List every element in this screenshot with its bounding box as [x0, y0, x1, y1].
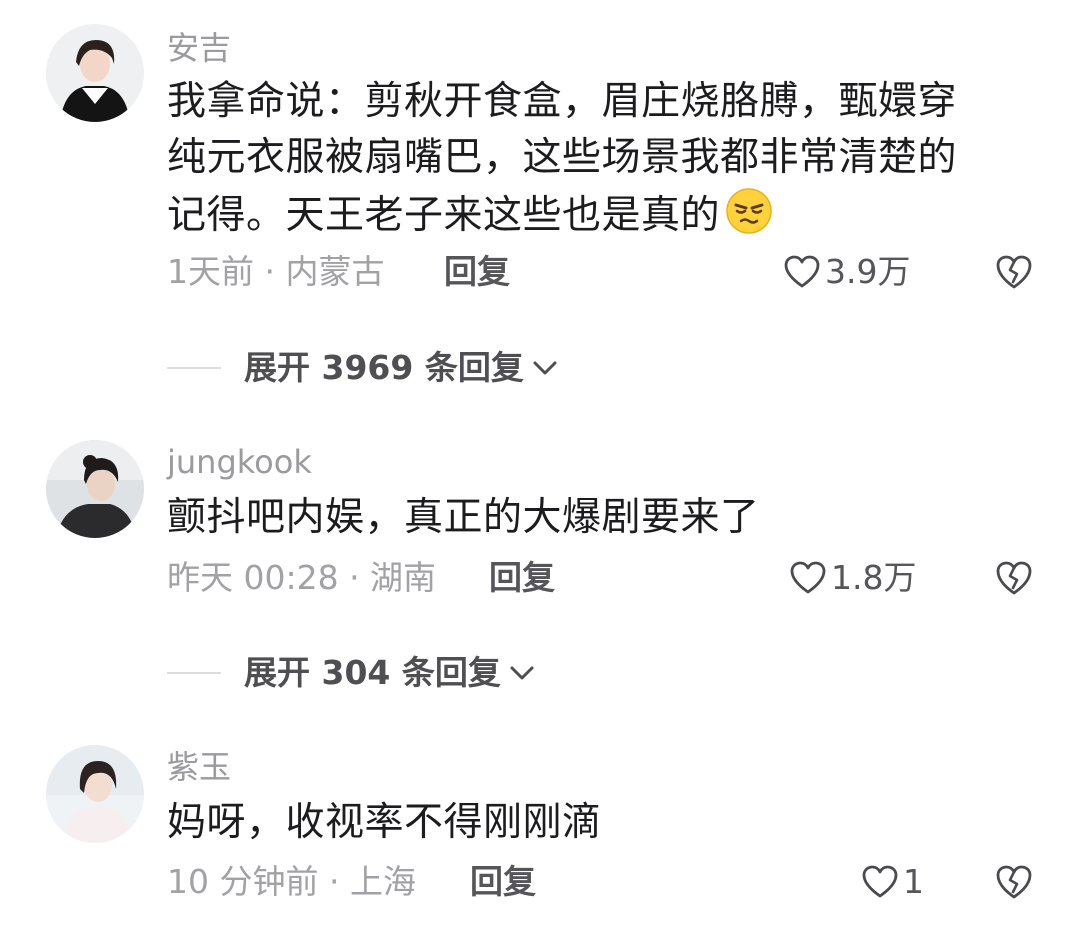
- chevron-down-icon: [501, 663, 537, 683]
- reply-button[interactable]: 回复: [470, 860, 536, 904]
- heart-outline-icon: [861, 864, 899, 900]
- comment-list: 安吉 我拿命说：剪秋开食盒，眉庄烧胳膊，甄嬛穿 纯元衣服被扇嘴巴，这些场景我都非…: [0, 0, 1080, 942]
- comment-text-line: 记得。天王老子来这些也是真的: [167, 186, 1017, 244]
- like-count: 3.9万: [825, 252, 911, 291]
- chevron-down-icon: [524, 358, 560, 378]
- dislike-button[interactable]: [994, 252, 1034, 292]
- avatar-image: [46, 440, 144, 538]
- heart-outline-icon: [783, 254, 821, 290]
- reply-button[interactable]: 回复: [444, 250, 510, 294]
- like-button[interactable]: 1: [861, 860, 924, 904]
- expand-replies-button[interactable]: 展开 304 条回复: [244, 651, 537, 695]
- dislike-button[interactable]: [994, 862, 1034, 902]
- smirk-emoji-icon: [724, 186, 774, 236]
- comment-content: 我拿命说：剪秋开食盒，眉庄烧胳膊，甄嬛穿 纯元衣服被扇嘴巴，这些场景我都非常清楚…: [167, 74, 1017, 244]
- avatar[interactable]: [46, 440, 144, 538]
- heart-outline-icon: [789, 560, 827, 596]
- expand-replies-label: 展开 3969 条回复: [244, 348, 524, 387]
- comment-text: 纯元衣服被扇嘴巴，这些场景我都非常清楚的: [167, 135, 958, 180]
- broken-heart-icon: [994, 252, 1034, 292]
- dislike-button[interactable]: [994, 558, 1034, 598]
- comment-text: 记得。天王老子来这些也是真的: [167, 193, 721, 238]
- comment-text-line: 我拿命说：剪秋开食盒，眉庄烧胳膊，甄嬛穿: [167, 79, 958, 124]
- comment-text-line: 妈呀，收视率不得刚刚滴: [167, 800, 602, 845]
- like-button[interactable]: 3.9万: [783, 250, 910, 294]
- expand-replies: 展开 3969 条回复: [167, 346, 767, 390]
- username[interactable]: jungkook: [167, 442, 312, 482]
- expand-replies-label: 展开 304 条回复: [244, 653, 501, 692]
- like-button[interactable]: 1.8万: [789, 556, 916, 600]
- divider: [167, 672, 221, 674]
- broken-heart-icon: [994, 558, 1034, 598]
- comment-meta: 10 分钟前 · 上海: [167, 862, 416, 901]
- broken-heart-icon: [994, 862, 1034, 902]
- comment-meta: 1天前 · 内蒙古: [167, 252, 385, 291]
- like-count: 1.8万: [831, 558, 917, 597]
- comment-content: 妈呀，收视率不得刚刚滴: [167, 795, 1017, 851]
- expand-replies: 展开 304 条回复: [167, 651, 767, 695]
- like-count: 1: [903, 862, 924, 901]
- comment-text-line: 颤抖吧内娱，真正的大爆剧要来了: [167, 495, 760, 540]
- reply-button[interactable]: 回复: [489, 556, 555, 600]
- comment-content: 颤抖吧内娱，真正的大爆剧要来了: [167, 490, 1017, 546]
- divider: [167, 367, 221, 369]
- avatar-image: [46, 24, 144, 122]
- comment-meta: 昨天 00:28 · 湖南: [167, 558, 437, 597]
- avatar[interactable]: [46, 745, 144, 843]
- avatar[interactable]: [46, 24, 144, 122]
- avatar-image: [46, 745, 144, 843]
- comment-text-line: 纯元衣服被扇嘴巴，这些场景我都非常清楚的: [167, 130, 1017, 186]
- username[interactable]: 紫玉: [167, 747, 231, 787]
- expand-replies-button[interactable]: 展开 3969 条回复: [244, 346, 560, 390]
- username[interactable]: 安吉: [167, 28, 231, 68]
